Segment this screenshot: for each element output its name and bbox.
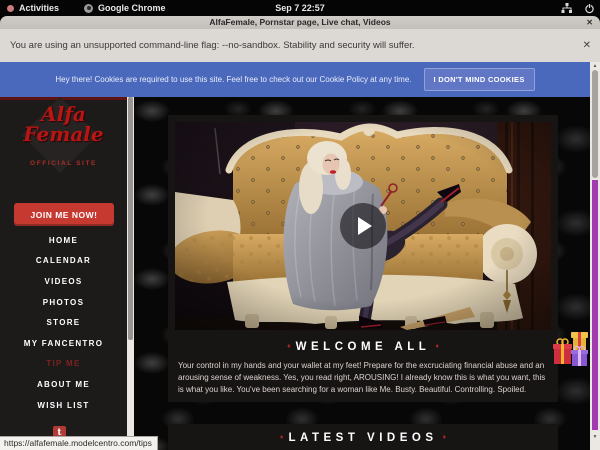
browser-scrollbar-thumb[interactable] [592, 70, 598, 178]
sidebar-item-wish-list[interactable]: WISH LIST [0, 395, 127, 416]
official-site-tagline: OFFICIAL SITE [0, 160, 127, 167]
cookie-banner: Hey there! Cookies are required to use t… [0, 62, 590, 97]
cookie-message: Hey there! Cookies are required to use t… [55, 75, 411, 84]
diamond-bullet-icon: ♦ [430, 343, 444, 350]
sidebar-scrollbar[interactable] [127, 97, 134, 450]
browser-scrollbar[interactable]: ▲ ▼ [590, 62, 600, 450]
sidebar-item-photos[interactable]: PHOTOS [0, 292, 127, 313]
diamond-bullet-icon: ♦ [438, 434, 452, 441]
window-title: AlfaFemale, Pornstar page, Live chat, Vi… [0, 16, 600, 29]
welcome-card: ♦WELCOME ALL♦ Your control in my hands a… [168, 115, 558, 402]
sidebar-item-videos[interactable]: VIDEOS [0, 271, 127, 292]
latest-videos-card: ♦LATEST VIDEOS♦ [168, 424, 558, 450]
sidebar-item-about-me[interactable]: ABOUT ME [0, 374, 127, 395]
sidebar-item-store[interactable]: STORE [0, 312, 127, 333]
close-icon[interactable]: ✕ [586, 16, 593, 29]
gift-icon [553, 328, 589, 370]
cookie-accept-button[interactable]: I DON'T MIND COOKIES [424, 68, 535, 91]
join-me-now-button[interactable]: JOIN ME NOW! [14, 203, 114, 226]
main-content: ♦WELCOME ALL♦ Your control in my hands a… [134, 97, 590, 450]
scroll-down-icon[interactable]: ▼ [590, 434, 600, 440]
sidebar-item-home[interactable]: HOME [0, 230, 127, 251]
sidebar-item-my-fancentro[interactable]: MY FANCENTRO [0, 333, 127, 354]
scroll-up-icon[interactable]: ▲ [590, 63, 600, 69]
clock[interactable]: Sep 7 22:57 [0, 0, 600, 16]
sidebar: Alfa Female OFFICIAL SITE JOIN ME NOW! H… [0, 100, 127, 450]
welcome-paragraph: Your control in my hands and your wallet… [175, 360, 551, 396]
sidebar-item-calendar[interactable]: CALENDAR [0, 251, 127, 272]
system-tray[interactable] [561, 0, 595, 16]
scrollbar-purple-track [592, 180, 598, 430]
sidebar-scrollbar-thumb[interactable] [128, 97, 133, 340]
logo-line2: Female [0, 125, 127, 143]
video-player[interactable] [175, 122, 551, 330]
play-button[interactable] [340, 203, 386, 249]
sidebar-nav: HOME CALENDAR VIDEOS PHOTOS STORE MY FAN… [0, 230, 127, 415]
gift-widget[interactable] [553, 328, 589, 370]
network-icon [561, 3, 573, 14]
flag-warning-bar: You are using an unsupported command-lin… [0, 29, 600, 62]
latest-videos-heading: ♦LATEST VIDEOS♦ [168, 432, 558, 444]
status-bar-url: https://alfafemale.modelcentro.com/tips [0, 436, 158, 450]
flag-warning-text: You are using an unsupported command-lin… [10, 29, 415, 62]
diamond-bullet-icon: ♦ [282, 343, 296, 350]
welcome-heading: ♦WELCOME ALL♦ [175, 341, 551, 353]
latest-videos-heading-text: LATEST VIDEOS [288, 432, 437, 444]
play-icon [358, 217, 372, 235]
diamond-bullet-icon: ♦ [275, 434, 289, 441]
flag-warning-close-icon[interactable]: ✕ [583, 29, 591, 62]
window-titlebar[interactable]: AlfaFemale, Pornstar page, Live chat, Vi… [0, 16, 600, 29]
gnome-top-bar: Activities Google Chrome Sep 7 22:57 [0, 0, 600, 16]
welcome-heading-text: WELCOME ALL [296, 341, 431, 353]
web-page: Alfa Female OFFICIAL SITE JOIN ME NOW! H… [0, 97, 590, 450]
screen: Activities Google Chrome Sep 7 22:57 Alf… [0, 0, 600, 450]
site-logo[interactable]: Alfa Female [0, 103, 127, 143]
power-icon [584, 3, 595, 14]
sidebar-item-tip-me[interactable]: TIP ME [0, 354, 127, 375]
